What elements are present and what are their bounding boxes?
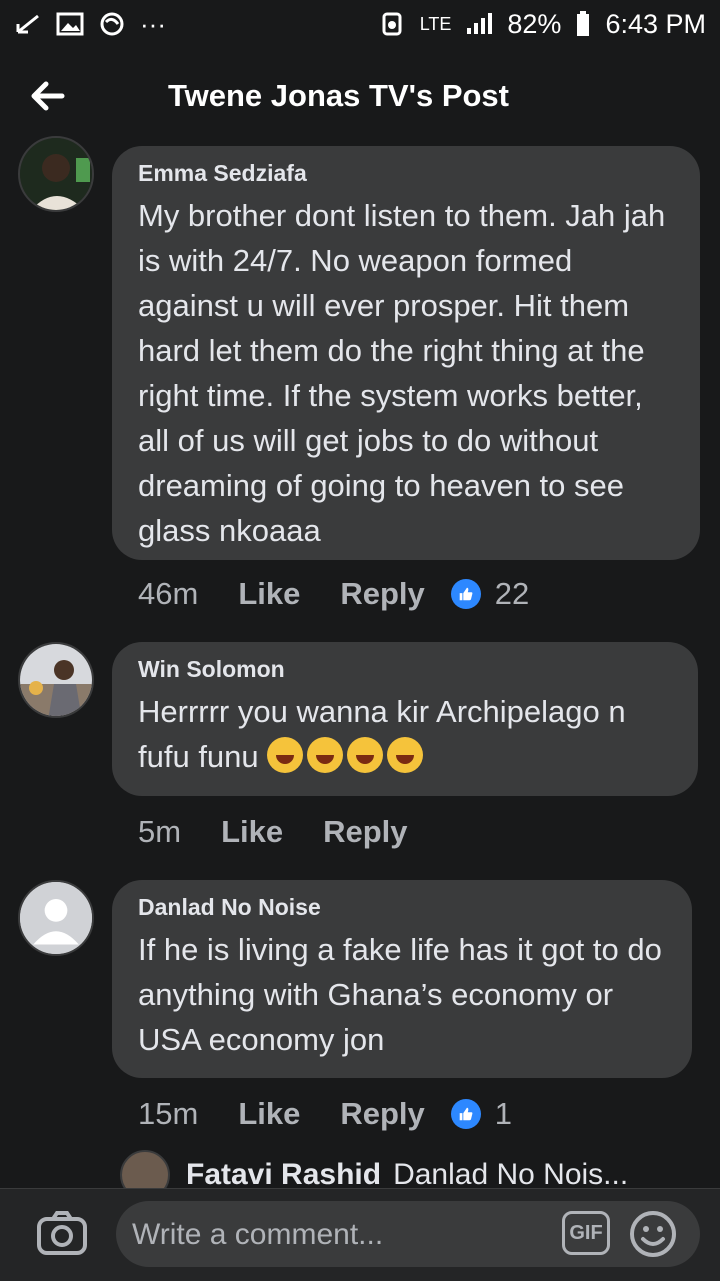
reply-author[interactable]: Fatavi Rashid: [186, 1158, 381, 1190]
like-count[interactable]: 22: [495, 576, 529, 612]
status-bar: ··· LTE 82% 6:43 PM: [0, 0, 720, 48]
camera-icon[interactable]: [36, 1209, 88, 1257]
comment-text: Herrrrr you wanna kir Archipelago n fufu…: [138, 689, 672, 779]
comment-composer: GIF: [0, 1188, 720, 1281]
comment-bubble[interactable]: Emma Sedziafa My brother dont listen to …: [112, 146, 700, 560]
avatar[interactable]: [18, 136, 94, 212]
comment-time[interactable]: 46m: [138, 576, 198, 612]
missed-call-icon: [16, 14, 39, 34]
reply-text: Danlad No Nois...: [393, 1158, 629, 1190]
like-button[interactable]: Like: [221, 814, 283, 850]
back-arrow-icon[interactable]: [28, 76, 68, 116]
rofl-emoji-icon: [387, 737, 424, 773]
comment-meta: 15m Like Reply 1: [138, 1096, 512, 1132]
clock: 6:43 PM: [605, 8, 706, 39]
comment-bubble[interactable]: Danlad No Noise If he is living a fake l…: [112, 880, 692, 1078]
comment-meta: 5m Like Reply: [138, 814, 434, 850]
comment-input-container[interactable]: GIF: [116, 1201, 700, 1269]
avatar-photo: [20, 138, 92, 210]
reply-button[interactable]: Reply: [323, 814, 407, 850]
gif-button[interactable]: GIF: [562, 1211, 610, 1255]
rofl-emoji-icon: [267, 737, 304, 773]
thumbs-up-icon: [450, 1099, 481, 1129]
comment-author[interactable]: Win Solomon: [138, 656, 672, 683]
like-button[interactable]: Like: [238, 1096, 300, 1132]
comment-time[interactable]: 5m: [138, 814, 181, 850]
gallery-icon: [56, 12, 84, 36]
avatar[interactable]: [18, 642, 94, 718]
default-user-icon: [20, 882, 92, 954]
comment-meta: 46m Like Reply 22: [138, 576, 529, 612]
network-label: LTE: [419, 13, 452, 34]
reply-preview[interactable]: Fatavi Rashid Danlad No Nois...: [120, 1150, 720, 1190]
thumbs-up-icon: [450, 579, 481, 609]
emoji-icon[interactable]: [628, 1209, 678, 1259]
status-bar-left: ···: [14, 9, 166, 40]
like-count[interactable]: 1: [495, 1096, 512, 1132]
reply-button[interactable]: Reply: [340, 1096, 424, 1132]
comment-input[interactable]: [130, 1201, 554, 1269]
comment-bubble[interactable]: Win Solomon Herrrrr you wanna kir Archip…: [112, 642, 698, 796]
page-title: Twene Jonas TV's Post: [168, 78, 509, 113]
reply-button[interactable]: Reply: [340, 576, 424, 612]
comment-time[interactable]: 15m: [138, 1096, 198, 1132]
like-button[interactable]: Like: [238, 576, 300, 612]
reply-preview-line: Fatavi Rashid Danlad No Nois...: [186, 1158, 628, 1190]
comment-text: If he is living a fake life has it got t…: [138, 932, 662, 1057]
comment-text-content: Herrrrr you wanna kir Archipelago n fufu…: [138, 694, 626, 774]
avatar-photo: [20, 644, 92, 716]
data-saver-icon: [382, 12, 402, 36]
app-notification-icon: [100, 12, 124, 36]
post-header: Twene Jonas TV's Post: [0, 48, 720, 144]
rofl-emoji-icon: [307, 737, 344, 773]
avatar[interactable]: [18, 880, 94, 956]
comment-author[interactable]: Danlad No Noise: [138, 894, 666, 921]
comment-author[interactable]: Emma Sedziafa: [138, 160, 674, 187]
status-bar-right: LTE 82% 6:43 PM: [378, 9, 706, 40]
avatar[interactable]: [120, 1150, 170, 1190]
comment-text: My brother dont listen to them. Jah jah …: [138, 198, 666, 548]
signal-icon: [467, 13, 493, 34]
battery-percent: 82%: [507, 8, 562, 39]
more-notifications-icon: ···: [140, 8, 166, 39]
battery-icon: [577, 11, 590, 36]
rofl-emoji-icon: [347, 737, 384, 773]
